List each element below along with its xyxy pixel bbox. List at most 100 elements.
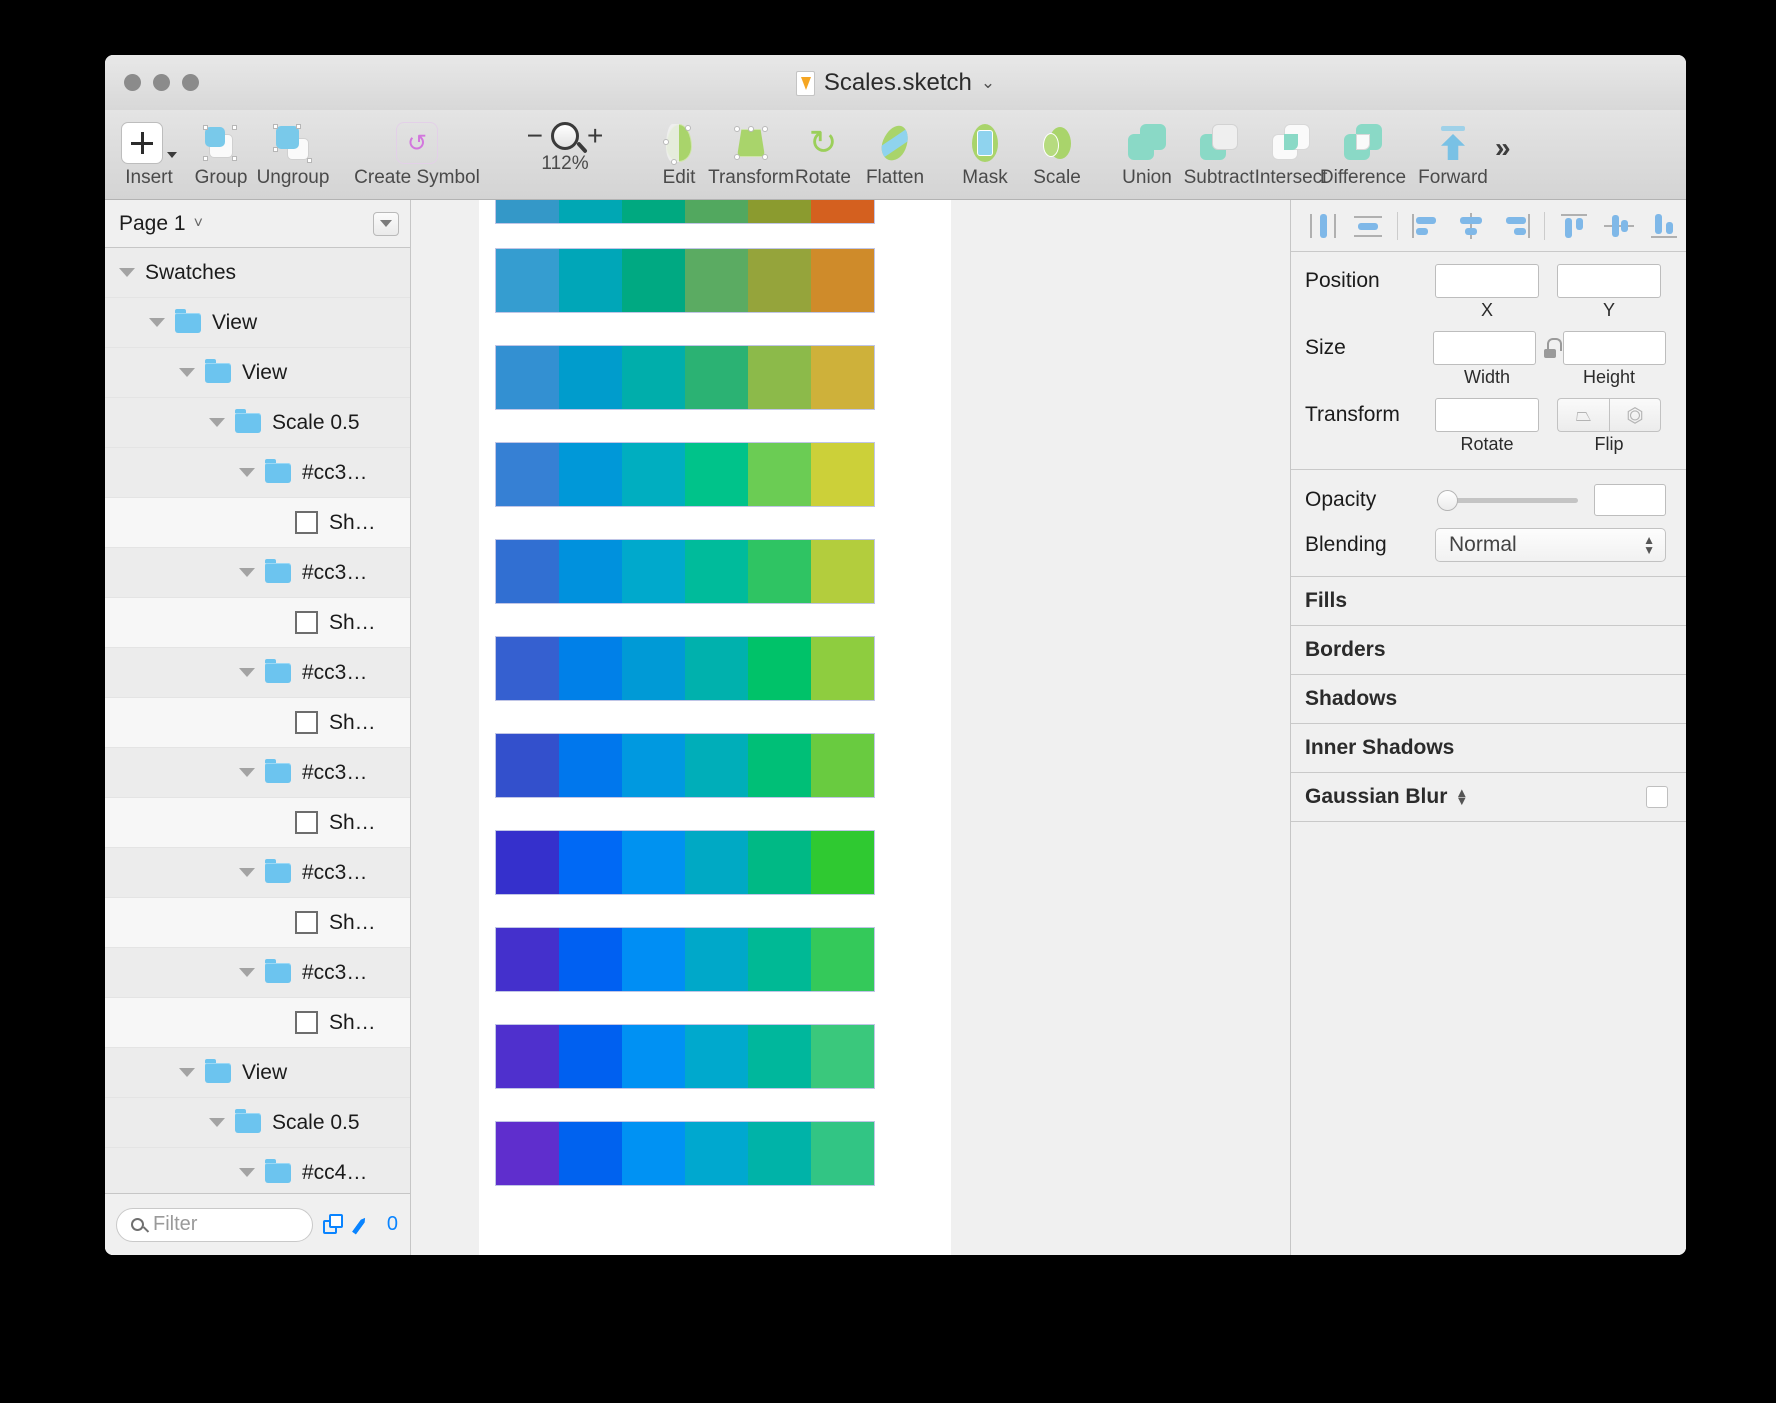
layer-row[interactable]: Swatches bbox=[105, 248, 410, 298]
layer-row[interactable]: Sh… bbox=[105, 998, 410, 1048]
color-swatch[interactable] bbox=[496, 346, 559, 409]
disclosure-triangle-icon[interactable] bbox=[209, 418, 225, 427]
artboard[interactable] bbox=[479, 200, 951, 1255]
disclosure-triangle-icon[interactable] bbox=[239, 968, 255, 977]
layer-row[interactable]: #cc3… bbox=[105, 648, 410, 698]
color-swatch[interactable] bbox=[685, 1025, 748, 1088]
swatch-row[interactable] bbox=[495, 442, 875, 507]
toolbar-intersect-button[interactable]: Intersect bbox=[1255, 116, 1327, 189]
section-borders[interactable]: Borders bbox=[1291, 625, 1686, 674]
color-swatch[interactable] bbox=[559, 249, 622, 312]
disclosure-triangle-icon[interactable] bbox=[239, 568, 255, 577]
toolbar-union-button[interactable]: Union bbox=[1111, 116, 1183, 189]
page-selector-row[interactable]: Page 1 ˅ bbox=[105, 200, 410, 248]
color-swatch[interactable] bbox=[622, 928, 685, 991]
color-swatch[interactable] bbox=[748, 200, 811, 223]
color-swatch[interactable] bbox=[496, 831, 559, 894]
toolbar-scale-button[interactable]: Scale bbox=[1021, 116, 1093, 189]
toolbar-insert-button[interactable]: Insert bbox=[113, 116, 185, 189]
align-right-icon[interactable] bbox=[1493, 206, 1538, 246]
color-swatch[interactable] bbox=[622, 637, 685, 700]
color-swatch[interactable] bbox=[685, 928, 748, 991]
position-x-input[interactable] bbox=[1435, 264, 1539, 298]
disclosure-triangle-icon[interactable] bbox=[239, 468, 255, 477]
swatch-row[interactable] bbox=[495, 539, 875, 604]
layer-row[interactable]: Scale 0.5 bbox=[105, 398, 410, 448]
color-swatch[interactable] bbox=[622, 346, 685, 409]
toolbar-group-button[interactable]: Group bbox=[185, 116, 257, 189]
color-swatch[interactable] bbox=[622, 540, 685, 603]
duplicate-icon[interactable] bbox=[322, 1213, 345, 1236]
color-swatch[interactable] bbox=[811, 831, 874, 894]
color-swatch[interactable] bbox=[622, 1025, 685, 1088]
color-swatch[interactable] bbox=[685, 443, 748, 506]
size-height-input[interactable] bbox=[1563, 331, 1666, 365]
swatch-row[interactable] bbox=[495, 1121, 875, 1186]
flip-horizontal-button[interactable]: ⏢ bbox=[1557, 398, 1609, 432]
opacity-input[interactable] bbox=[1594, 484, 1666, 516]
pen-icon[interactable] bbox=[355, 1214, 377, 1236]
color-swatch[interactable] bbox=[559, 1122, 622, 1185]
toolbar-transform-button[interactable]: Transform bbox=[708, 116, 794, 189]
filter-input[interactable]: Filter bbox=[116, 1207, 313, 1242]
layer-row[interactable]: Sh… bbox=[105, 598, 410, 648]
page-list-disclosure-button[interactable] bbox=[373, 211, 399, 236]
color-swatch[interactable] bbox=[622, 443, 685, 506]
disclosure-triangle-icon[interactable] bbox=[239, 668, 255, 677]
lock-icon[interactable] bbox=[1541, 338, 1562, 358]
color-swatch[interactable] bbox=[748, 443, 811, 506]
swatch-row[interactable] bbox=[495, 248, 875, 313]
layer-list[interactable]: Swatches View View Scale 0.5 #cc3… Sh… #cc3… Sh… bbox=[105, 248, 410, 1193]
color-swatch[interactable] bbox=[685, 734, 748, 797]
color-swatch[interactable] bbox=[748, 249, 811, 312]
color-swatch[interactable] bbox=[559, 1025, 622, 1088]
document-title[interactable]: Scales.sketch ⌄ bbox=[105, 69, 1686, 97]
color-swatch[interactable] bbox=[685, 1122, 748, 1185]
color-swatch[interactable] bbox=[811, 346, 874, 409]
color-swatch[interactable] bbox=[811, 540, 874, 603]
zoom-out-icon[interactable]: − bbox=[527, 120, 543, 152]
magnifier-icon[interactable] bbox=[551, 122, 579, 150]
layer-row[interactable]: #cc4… bbox=[105, 1148, 410, 1193]
layer-row[interactable]: View bbox=[105, 348, 410, 398]
layer-row[interactable]: Scale 0.5 bbox=[105, 1098, 410, 1148]
color-swatch[interactable] bbox=[748, 1122, 811, 1185]
layer-row[interactable]: Sh… bbox=[105, 698, 410, 748]
color-swatch[interactable] bbox=[748, 734, 811, 797]
swatch-row[interactable] bbox=[495, 830, 875, 895]
color-swatch[interactable] bbox=[685, 831, 748, 894]
align-left-icon[interactable] bbox=[1404, 206, 1449, 246]
section-inner-shadows[interactable]: Inner Shadows bbox=[1291, 723, 1686, 772]
color-swatch[interactable] bbox=[811, 249, 874, 312]
color-swatch[interactable] bbox=[811, 1025, 874, 1088]
color-swatch[interactable] bbox=[811, 200, 874, 223]
color-swatch[interactable] bbox=[559, 346, 622, 409]
chevron-updown-icon[interactable]: ▲ ▼ bbox=[1643, 534, 1655, 556]
disclosure-triangle-icon[interactable] bbox=[149, 318, 165, 327]
layer-row[interactable]: Sh… bbox=[105, 498, 410, 548]
color-swatch[interactable] bbox=[496, 443, 559, 506]
color-swatch[interactable] bbox=[622, 249, 685, 312]
color-swatch[interactable] bbox=[559, 540, 622, 603]
color-swatch[interactable] bbox=[496, 540, 559, 603]
transform-rotate-input[interactable] bbox=[1435, 398, 1539, 432]
gaussian-blur-checkbox[interactable] bbox=[1646, 786, 1668, 808]
layer-row[interactable]: #cc3… bbox=[105, 448, 410, 498]
swatch-row[interactable] bbox=[495, 200, 875, 224]
section-fills[interactable]: Fills bbox=[1291, 576, 1686, 625]
distribute-horizontally-icon[interactable] bbox=[1301, 206, 1346, 246]
toolbar-forward-button[interactable]: Forward bbox=[1417, 116, 1489, 189]
color-swatch[interactable] bbox=[811, 443, 874, 506]
color-swatch[interactable] bbox=[685, 346, 748, 409]
color-swatch[interactable] bbox=[496, 637, 559, 700]
blending-select[interactable]: Normal ▲ ▼ bbox=[1435, 528, 1666, 562]
layer-row[interactable]: #cc3… bbox=[105, 948, 410, 998]
swatch-row[interactable] bbox=[495, 733, 875, 798]
layer-row[interactable]: View bbox=[105, 298, 410, 348]
color-swatch[interactable] bbox=[811, 734, 874, 797]
color-swatch[interactable] bbox=[496, 1122, 559, 1185]
color-swatch[interactable] bbox=[559, 637, 622, 700]
toolbar-ungroup-button[interactable]: Ungroup bbox=[257, 116, 329, 189]
swatch-row[interactable] bbox=[495, 636, 875, 701]
color-swatch[interactable] bbox=[811, 1122, 874, 1185]
